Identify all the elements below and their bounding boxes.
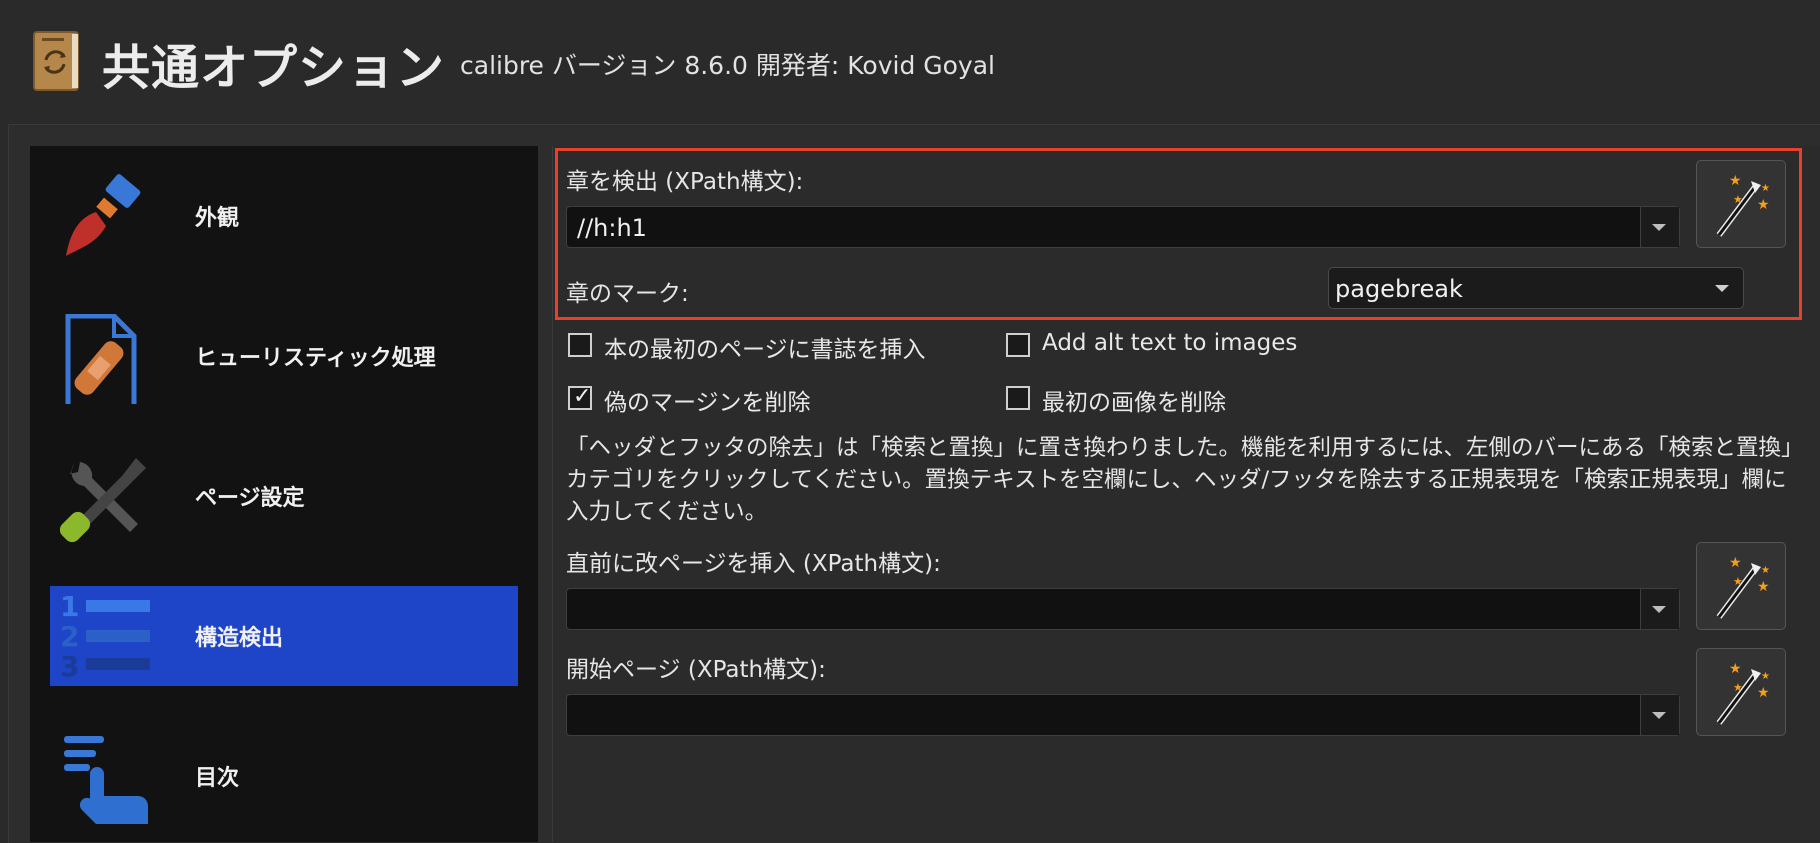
- page-title: 共通オプション: [102, 40, 446, 96]
- sidebar-item-label: 構造検出: [195, 626, 284, 651]
- bandaged-document-icon: [65, 314, 137, 404]
- remove-first-image-checkbox[interactable]: [1006, 386, 1030, 410]
- add-alt-text-checkbox[interactable]: [1006, 333, 1030, 357]
- checkmark-icon: ✓: [573, 384, 592, 409]
- start-page-wizard-button[interactable]: ★ ★ ★ ★: [1696, 648, 1786, 736]
- sidebar-item-structure-detection[interactable]: 1 2 3 構造検出: [50, 586, 518, 686]
- numbered-list-icon: 1 2 3: [60, 590, 150, 680]
- paintbrush-icon: [66, 174, 141, 256]
- sidebar-item-page-setup[interactable]: ページ設定: [50, 446, 518, 546]
- tools-icon: [60, 458, 146, 543]
- svg-text:★: ★: [1733, 575, 1743, 588]
- svg-text:★: ★: [1761, 565, 1770, 576]
- sidebar-item-heuristics[interactable]: ヒューリスティック処理: [50, 306, 518, 406]
- svg-text:★: ★: [1757, 685, 1770, 701]
- sidebar-item-label: ページ設定: [195, 486, 305, 511]
- magic-wand-icon: ★ ★ ★ ★: [1716, 661, 1770, 725]
- sidebar-item-label: ヒューリスティック処理: [195, 346, 436, 371]
- sidebar-item-table-of-contents[interactable]: 目次: [50, 726, 518, 826]
- page-break-input[interactable]: [566, 588, 1680, 630]
- svg-text:3: 3: [60, 650, 79, 680]
- category-sidebar: 外観 ヒューリスティック処理 ページ設定 1 2 3 構造検出 目次: [30, 146, 538, 842]
- insert-metadata-checkbox[interactable]: [568, 333, 592, 357]
- highlight-annotation: [555, 148, 1802, 320]
- page-break-dropdown-button[interactable]: [1640, 589, 1679, 629]
- chevron-down-icon: [1652, 606, 1666, 613]
- page-break-label: 直前に改ページを挿入 (XPath構文):: [566, 551, 941, 577]
- sidebar-item-label: 外観: [195, 206, 240, 231]
- remove-fake-margins-label: 偽のマージンを削除: [604, 390, 811, 416]
- magic-wand-icon: ★ ★ ★ ★: [1716, 555, 1770, 619]
- svg-text:★: ★: [1729, 661, 1742, 677]
- toc-hand-icon: [64, 736, 148, 824]
- remove-first-image-label: 最初の画像を削除: [1042, 390, 1226, 416]
- chevron-down-icon: [1652, 712, 1666, 719]
- header-footer-notice: 「ヘッダとフッタの除去」は「検索と置換」に置き換わりました。機能を利用するには、…: [566, 435, 1793, 525]
- svg-text:★: ★: [1761, 671, 1770, 682]
- svg-text:★: ★: [1733, 681, 1743, 694]
- svg-text:1: 1: [60, 590, 79, 623]
- svg-text:★: ★: [1757, 579, 1770, 595]
- start-page-label: 開始ページ (XPath構文):: [566, 657, 826, 683]
- start-page-dropdown-button[interactable]: [1640, 695, 1679, 735]
- calibre-book-icon: [33, 31, 79, 91]
- sidebar-item-look-and-feel[interactable]: 外観: [50, 166, 518, 266]
- title-bar: 共通オプション calibre バージョン 8.6.0 開発者: Kovid G…: [0, 0, 1820, 120]
- svg-text:★: ★: [1729, 555, 1742, 571]
- version-info: calibre バージョン 8.6.0 開発者: Kovid Goyal: [460, 51, 995, 80]
- svg-text:2: 2: [60, 620, 79, 653]
- start-page-input[interactable]: [566, 694, 1680, 736]
- sidebar-item-label: 目次: [195, 766, 240, 791]
- add-alt-text-label: Add alt text to images: [1042, 330, 1298, 356]
- page-break-wizard-button[interactable]: ★ ★ ★ ★: [1696, 542, 1786, 630]
- remove-fake-margins-checkbox[interactable]: ✓: [568, 384, 592, 410]
- insert-metadata-label: 本の最初のページに書誌を挿入: [604, 337, 926, 363]
